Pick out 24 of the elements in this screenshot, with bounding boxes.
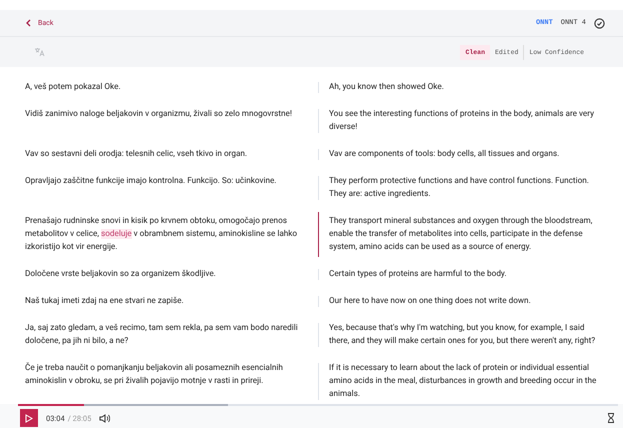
speaker-icon[interactable] [99,414,110,422]
translation-text: Yes, because that's why I'm watching, but you know, for example, I said there, and they will make certain ones for you, but there weren't any, right? [329,322,596,348]
check-circle-icon[interactable] [594,18,605,28]
play-button[interactable] [20,409,38,427]
translation-text: They transport mineral substances and oxygen through the bloodstream, enable the transfer of metabolites into cells, participate in the defense system, amino acids can be used as a source of energy. [329,215,594,254]
source-text: Določene vrste beljakovin so za organizem škodljive. [25,268,217,281]
translation-text: Ah, you know then showed Oke. [329,81,445,94]
source-text: Vidiš zanimivo naloge beljakovin v organizmu, živali so zelo mnogovrstne! [25,108,293,121]
translation-text: Vav are components of tools: body cells, all tissues and organs. [329,148,560,161]
source-text: A, veš potem pokazal Oke. [25,81,122,94]
source-text: Opravljajo zaščitne funkcije imajo kontrolna. Funkcijo. So: učinkovine. [25,175,278,188]
source-text: Če je treba naučit o pomanjkanju beljakovin ali posameznih esencialnih aminokislin v obroku, se pri živalih pojavijo motnje v rasti in prireji. [25,362,284,388]
translation-text: If it is necessary to learn about the lack of protein or individual essential amino acids in the meal, disturbances in growth and breeding occur in the animals. [329,362,598,401]
source-text: Ja, saj zato gledam, a veš recimo, tam sem rekla, pa sem vam bodo naredili določene, pa jih ni bilo, a ne? [25,322,299,348]
source-text: Vav so sestavni deli orodja: telesnih celic, vseh tkivo in organ. [25,148,248,161]
hourglass-icon[interactable] [607,413,615,423]
play-icon [25,414,33,422]
source-text: Naš tukaj imeti zdaj na ene stvari ne zapiše. [25,295,185,308]
translation-text: Our here to have now on one thing does not write down. [329,295,532,308]
source-text: Prenašajo rudninske snovi in kisik po krvnem obtoku, omogočajo prenos metabolitov v celice, sodeluje v obrambnem sistemu, aminokisline se lahko izkoristijo kot vir energije. [25,215,298,254]
translation-text: They perform protective functions and have control functions. Function. They are: active ingredients. [329,175,590,201]
chevron-left-icon [26,19,31,27]
translation-text: You see the interesting functions of proteins in the body, animals are very diverse! [329,108,595,134]
translation-text: Certain types of proteins are harmful to the body. [329,268,508,281]
